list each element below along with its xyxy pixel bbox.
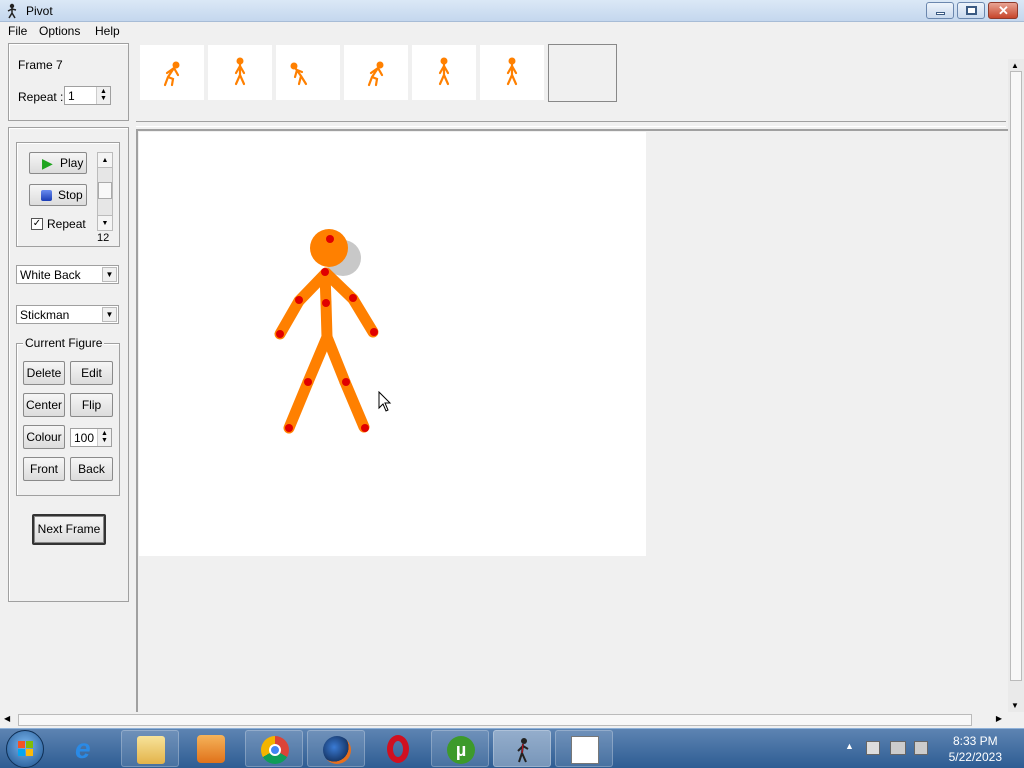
canvas-area bbox=[136, 129, 1008, 712]
front-button[interactable]: Front bbox=[23, 457, 65, 481]
menu-help[interactable]: Help bbox=[95, 24, 120, 38]
stickman-thumbnail-icon bbox=[163, 61, 180, 87]
current-figure-group: Current Figure Delete Edit Center Flip C… bbox=[16, 336, 120, 496]
menu-options[interactable]: Options bbox=[39, 24, 80, 38]
stickman-head bbox=[310, 229, 348, 267]
horizontal-scroll-thumb[interactable] bbox=[18, 714, 972, 726]
stop-icon bbox=[41, 190, 52, 201]
scroll-right-icon[interactable]: ▶ bbox=[996, 714, 1002, 723]
client-area: Frame 7 Repeat : 1 ▲ ▼ ▶ Play Stop ✓ Repe… bbox=[0, 41, 1024, 728]
stickman-thumbnail-icon bbox=[234, 57, 246, 86]
stickman-thumbnail-icon bbox=[506, 57, 518, 86]
stickman-thumbnail-icon bbox=[438, 57, 450, 86]
chrome-icon[interactable] bbox=[245, 730, 303, 767]
frame-label: Frame 7 bbox=[18, 58, 63, 72]
clock-date: 5/22/2023 bbox=[948, 750, 1002, 764]
close-button[interactable]: ✕ bbox=[988, 2, 1018, 19]
opera-icon[interactable] bbox=[369, 730, 427, 767]
drawing-canvas[interactable] bbox=[139, 132, 646, 556]
minimize-button[interactable] bbox=[926, 2, 954, 19]
timeline-strip bbox=[136, 41, 1008, 123]
internet-explorer-icon[interactable]: e bbox=[60, 730, 118, 767]
frame-thumbnail[interactable] bbox=[140, 45, 204, 100]
stickman-limbs bbox=[274, 267, 379, 434]
play-label: Play bbox=[60, 156, 84, 170]
frame-thumbnail[interactable] bbox=[208, 45, 272, 100]
colour-spinner[interactable]: 100 ▲ ▼ bbox=[70, 428, 112, 447]
spinner-arrows-icon[interactable]: ▲ ▼ bbox=[97, 429, 111, 446]
edit-button[interactable]: Edit bbox=[70, 361, 113, 385]
speed-value: 12 bbox=[97, 232, 110, 244]
taskbar: e µ ▲ 8:33 PM 5/22/2023 bbox=[0, 728, 1024, 768]
start-orb-icon[interactable] bbox=[6, 730, 44, 768]
restore-button[interactable] bbox=[957, 2, 985, 19]
speed-slider-thumb[interactable] bbox=[98, 182, 112, 199]
scroll-up-icon[interactable]: ▲ bbox=[1011, 61, 1019, 70]
delete-button[interactable]: Delete bbox=[23, 361, 65, 385]
timeline-divider bbox=[136, 121, 1006, 127]
utorrent-icon[interactable]: µ bbox=[431, 730, 489, 767]
menu-bar: File Options Help bbox=[0, 22, 1024, 41]
stickman-figure[interactable] bbox=[139, 132, 646, 556]
frame-thumbnail[interactable] bbox=[344, 45, 408, 100]
menu-file[interactable]: File bbox=[8, 24, 27, 38]
stop-button[interactable]: Stop bbox=[29, 184, 87, 206]
system-clock[interactable]: 8:33 PM 5/22/2023 bbox=[949, 733, 1002, 765]
firefox-icon[interactable] bbox=[307, 730, 365, 767]
clock-time: 8:33 PM bbox=[952, 734, 998, 748]
play-icon: ▶ bbox=[42, 155, 53, 171]
scroll-left-icon[interactable]: ◀ bbox=[4, 714, 10, 723]
flip-button[interactable]: Flip bbox=[70, 393, 113, 417]
vertical-scrollbar[interactable]: ▲ ▼ bbox=[1008, 59, 1024, 712]
stop-label: Stop bbox=[58, 188, 83, 202]
pivot-app-icon bbox=[7, 3, 17, 19]
center-button[interactable]: Center bbox=[23, 393, 65, 417]
current-figure-legend: Current Figure bbox=[23, 336, 105, 350]
speed-scrollbar[interactable]: ▲ ▼ bbox=[97, 152, 113, 231]
repeat-checkbox[interactable]: ✓ bbox=[31, 218, 43, 230]
chevron-down-icon[interactable]: ▼ bbox=[102, 307, 117, 322]
file-explorer-icon[interactable] bbox=[121, 730, 179, 767]
repeat-value: 1 bbox=[68, 89, 75, 103]
play-button[interactable]: ▶ Play bbox=[29, 152, 87, 174]
title-bar: Pivot ✕ bbox=[0, 0, 1024, 22]
empty-frame-slot[interactable] bbox=[548, 44, 617, 102]
mouse-cursor-icon bbox=[378, 391, 392, 412]
stickman-thumbnail-icon bbox=[290, 62, 308, 86]
frame-thumbnail[interactable] bbox=[276, 45, 340, 100]
show-hidden-icons-icon[interactable]: ▲ bbox=[845, 741, 854, 751]
repeat-spinner[interactable]: 1 ▲ ▼ bbox=[64, 86, 111, 105]
chevron-down-icon[interactable]: ▼ bbox=[102, 267, 117, 282]
vertical-scroll-thumb[interactable] bbox=[1010, 71, 1022, 681]
next-frame-button[interactable]: Next Frame bbox=[32, 514, 106, 545]
back-button[interactable]: Back bbox=[70, 457, 113, 481]
volume-icon[interactable] bbox=[914, 741, 928, 755]
repeat-checkbox-label: Repeat bbox=[47, 217, 86, 231]
stickman-thumbnail-icon bbox=[367, 61, 384, 87]
figure-select[interactable]: Stickman ▼ bbox=[16, 305, 119, 324]
background-select[interactable]: White Back ▼ bbox=[16, 265, 119, 284]
window-title: Pivot bbox=[26, 4, 53, 18]
task-manager-icon[interactable] bbox=[555, 730, 613, 767]
colour-button[interactable]: Colour bbox=[23, 425, 65, 449]
frame-thumbnail[interactable] bbox=[480, 45, 544, 100]
frame-thumbnail[interactable] bbox=[412, 45, 476, 100]
scroll-down-icon[interactable]: ▼ bbox=[1011, 701, 1019, 710]
scroll-up-icon[interactable]: ▲ bbox=[98, 153, 112, 168]
colour-value: 100 bbox=[74, 431, 95, 445]
frame-info-panel: Frame 7 Repeat : 1 ▲ ▼ bbox=[8, 43, 129, 121]
pivot-taskbar-icon[interactable] bbox=[493, 730, 551, 767]
playback-group: ▶ Play Stop ✓ Repeat ▲ ▼ 12 bbox=[16, 142, 120, 247]
action-center-icon[interactable] bbox=[866, 741, 880, 755]
network-icon[interactable] bbox=[890, 741, 906, 755]
horizontal-scrollbar[interactable]: ◀ ▶ bbox=[0, 712, 1024, 728]
background-select-value: White Back bbox=[20, 268, 81, 282]
repeat-label: Repeat : bbox=[18, 90, 64, 104]
spinner-arrows-icon[interactable]: ▲ ▼ bbox=[96, 87, 110, 104]
scroll-down-icon[interactable]: ▼ bbox=[98, 215, 112, 230]
figure-select-value: Stickman bbox=[20, 308, 70, 322]
media-player-icon[interactable] bbox=[182, 730, 240, 767]
